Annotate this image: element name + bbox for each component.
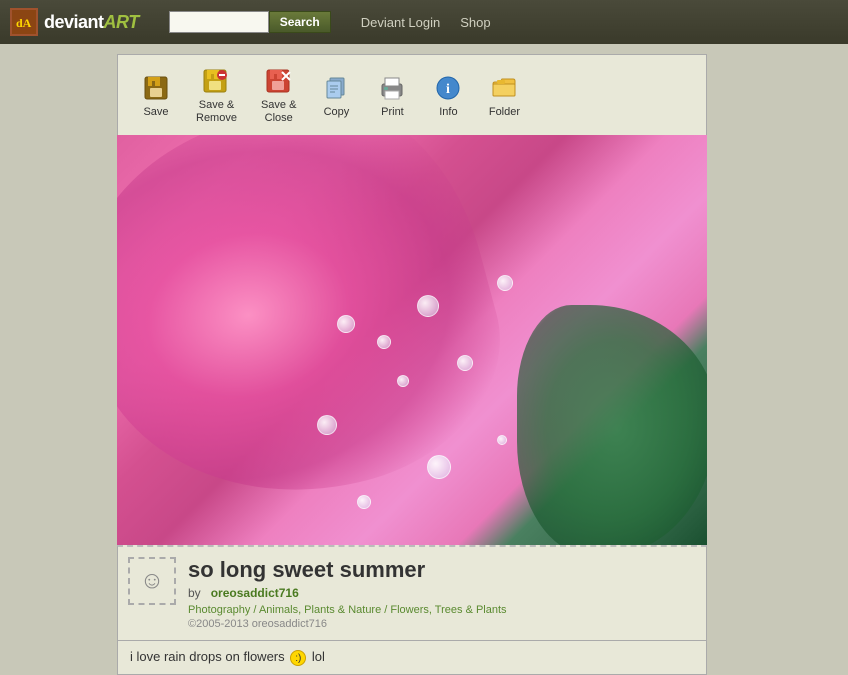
folder-label: Folder — [489, 106, 520, 119]
save-close-label: Save &Close — [261, 99, 296, 125]
comment-text-before: i love rain drops on flowers — [130, 649, 285, 664]
save-remove-icon — [200, 65, 232, 97]
save-close-button[interactable]: Save &Close — [249, 61, 308, 129]
water-drop — [397, 375, 409, 387]
category-line[interactable]: Photography / Animals, Plants & Nature /… — [188, 604, 696, 616]
content-area: Save Save &Remove — [0, 44, 848, 638]
search-area: Search — [169, 11, 331, 33]
water-drop — [337, 315, 355, 333]
title-area: so long sweet summer by oreosaddict716 P… — [188, 557, 696, 630]
save-icon — [140, 72, 172, 104]
by-text: by — [188, 586, 201, 600]
copy-icon — [320, 72, 352, 104]
artist-line: by oreosaddict716 — [188, 586, 696, 600]
save-button[interactable]: Save — [128, 68, 184, 123]
water-drop — [317, 415, 337, 435]
folder-button[interactable]: Folder — [476, 68, 532, 123]
site-logo-text: deviantART — [44, 12, 139, 33]
header: dA deviantART Search Deviant Login Shop — [0, 0, 848, 44]
search-button[interactable]: Search — [269, 11, 331, 33]
water-drop — [357, 495, 371, 509]
artwork-info-section: ☺ so long sweet summer by oreosaddict716… — [117, 545, 707, 641]
save-remove-button[interactable]: Save &Remove — [184, 61, 249, 129]
nav-links: Deviant Login Shop — [361, 15, 491, 30]
deviantart-logo-icon: dA — [10, 8, 38, 36]
artwork-image — [117, 135, 707, 545]
save-label: Save — [143, 106, 168, 119]
save-close-icon — [263, 65, 295, 97]
save-remove-label: Save &Remove — [196, 99, 237, 125]
avatar: ☺ — [128, 557, 176, 605]
info-button[interactable]: i Info — [420, 68, 476, 123]
deviant-login-link[interactable]: Deviant Login — [361, 15, 441, 30]
folder-icon — [488, 72, 520, 104]
comment-section: i love rain drops on flowers :) lol — [117, 641, 707, 675]
copyright-text: ©2005-2013 oreosaddict716 — [188, 618, 696, 630]
water-drop — [497, 275, 513, 291]
toolbar: Save Save &Remove — [117, 54, 707, 135]
print-label: Print — [381, 106, 404, 119]
avatar-smiley-icon: ☺ — [140, 567, 165, 595]
water-drop — [417, 295, 439, 317]
water-drop — [457, 355, 473, 371]
main-panel: Save Save &Remove — [109, 54, 739, 638]
smiley-emoticon: :) — [290, 650, 306, 666]
water-drop — [497, 435, 507, 445]
print-button[interactable]: Print — [364, 68, 420, 123]
water-drop — [427, 455, 451, 479]
comment-text-after: lol — [312, 649, 325, 664]
svg-text:dA: dA — [16, 16, 32, 30]
info-label: Info — [439, 106, 457, 119]
print-icon — [376, 72, 408, 104]
copy-button[interactable]: Copy — [308, 68, 364, 123]
artwork-title: so long sweet summer — [188, 557, 696, 583]
logo-area: dA deviantART — [10, 8, 139, 36]
search-input[interactable] — [169, 11, 269, 33]
artist-link[interactable]: oreosaddict716 — [211, 586, 299, 600]
water-drop — [377, 335, 391, 349]
info-icon: i — [432, 72, 464, 104]
shop-link[interactable]: Shop — [460, 15, 490, 30]
svg-text:i: i — [446, 82, 450, 97]
copy-label: Copy — [324, 106, 350, 119]
